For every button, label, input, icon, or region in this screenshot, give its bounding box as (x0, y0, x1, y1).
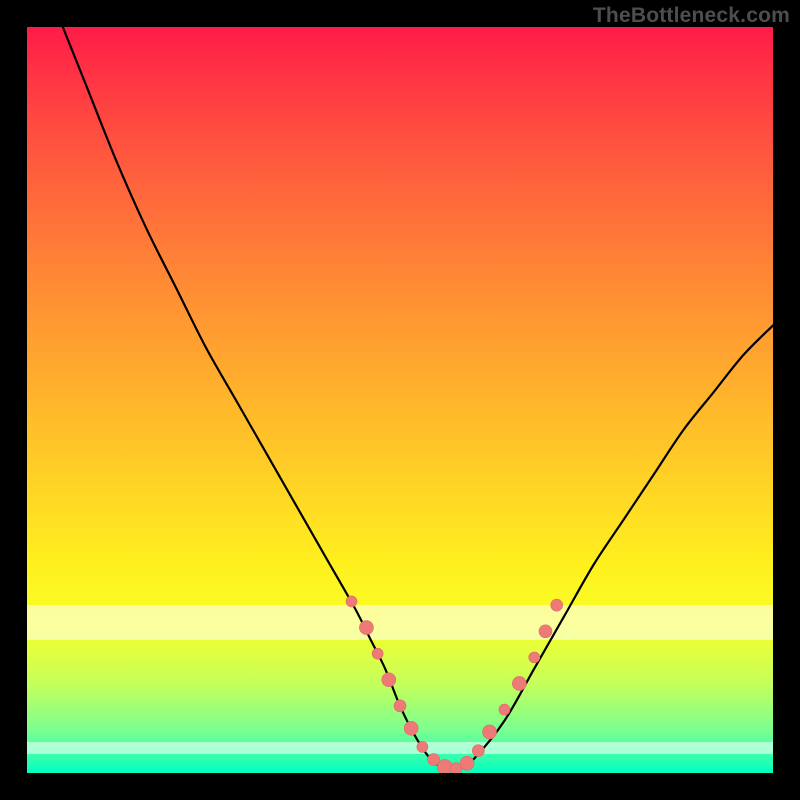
sweet-spot-marker (437, 760, 452, 773)
chart-svg (27, 27, 773, 773)
sweet-spot-marker (417, 741, 428, 752)
sweet-spot-marker (359, 621, 373, 635)
sweet-spot-marker (382, 673, 396, 687)
sweet-spot-marker (404, 721, 418, 735)
sweet-spot-marker (512, 676, 526, 690)
sweet-spot-marker (551, 599, 563, 611)
sweet-spot-marker (529, 652, 540, 663)
sweet-spot-marker (472, 745, 484, 757)
bottleneck-curve (57, 27, 773, 770)
sweet-spot-marker (483, 725, 497, 739)
plot-area (27, 27, 773, 773)
sweet-spot-markers (346, 596, 563, 773)
sweet-spot-marker (460, 756, 474, 770)
watermark-text: TheBottleneck.com (593, 4, 790, 28)
sweet-spot-marker (394, 700, 406, 712)
sweet-spot-marker (372, 648, 383, 659)
sweet-spot-marker (499, 704, 510, 715)
sweet-spot-marker (539, 625, 552, 638)
sweet-spot-marker (346, 596, 357, 607)
